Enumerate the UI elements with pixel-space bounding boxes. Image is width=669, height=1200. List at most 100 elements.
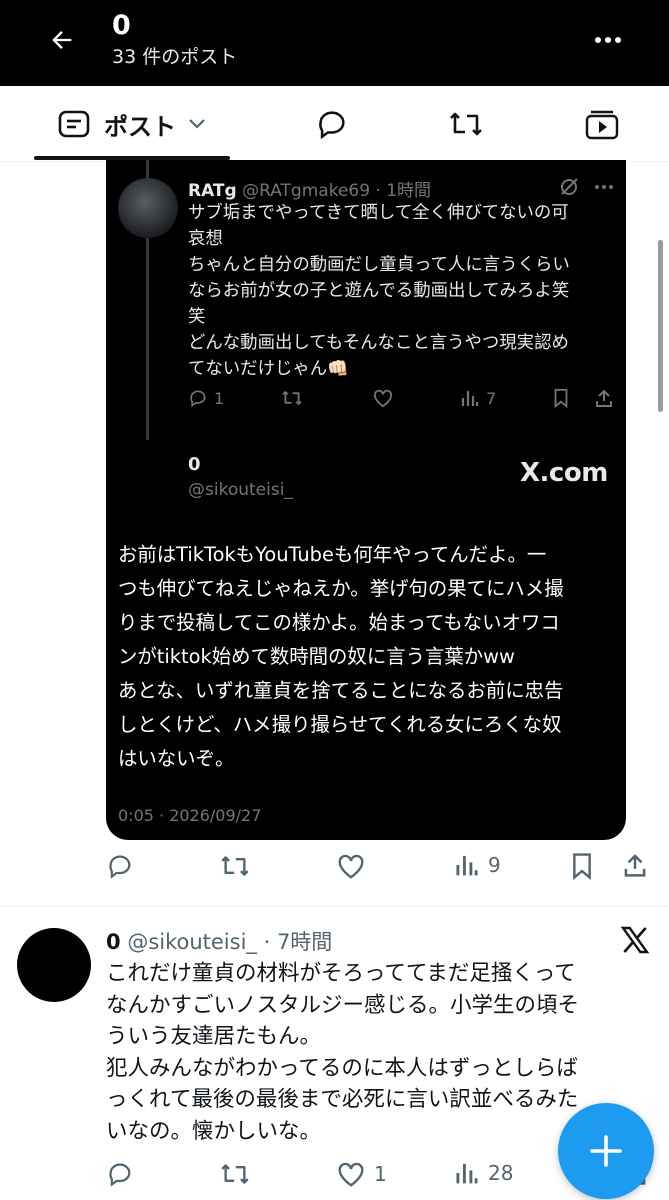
quoted-reply-count: 1 [214,388,225,408]
quoted-like-button[interactable] [372,388,394,408]
share-icon [596,389,612,407]
quoted-views-count: 7 [486,388,497,408]
reply-line: っくれて最後の最後まで必死に言い訳並べるみた [106,1087,579,1112]
reply-line: ういう友達居たもん。 [106,1024,322,1049]
post-list-icon [58,110,90,138]
quoted-bookmark-button[interactable] [552,388,570,408]
caption-line: ンがtiktok始めて数時間の奴に言う言葉かww [118,645,515,668]
like-icon [338,1162,364,1187]
reply-icon [190,390,206,408]
quoted-action-bar: 1 7 [188,388,618,414]
reply-reply-button[interactable] [106,1160,134,1188]
reply-body: これだけ童貞の材料がそろっててまだ足掻くって なんかすごいノスタルジー感じる。小… [106,958,646,1147]
views-icon [456,1163,478,1184]
reply-views-button[interactable]: 28 [454,1160,513,1186]
views-button[interactable]: 9 [454,852,501,878]
scrollbar[interactable] [658,240,663,412]
tab-bar: ポスト [0,86,669,162]
video-caption: お前はTikTokもYouTubeも何年やってんだよ。一 つも伸びてねえじゃねえ… [118,538,620,776]
views-icon [461,391,479,406]
repost-icon [221,1164,249,1184]
quoted-post-body: サブ垢までやってきて晒して全く伸びてないの可 哀想 ちゃんと自分の動画だし童貞っ… [188,200,618,382]
post-divider [0,906,669,907]
back-arrow-icon [52,31,72,49]
post-action-bar: 9 [106,852,646,886]
repost-icon [450,112,482,136]
caption-line: はいないぞ。 [118,747,235,770]
caption-line: りまで投稿してこの様かよ。始まってもないオワコ [118,611,560,634]
reply-line: なんかすごいノスタルジー感じる。小学生の頃そ [106,992,580,1018]
reply-views-count: 28 [488,1161,514,1185]
repost-icon [221,856,249,876]
card-author-name: 0 [188,454,201,475]
reply-icon [109,855,131,879]
quoted-top-icons [558,176,614,198]
views-count: 9 [488,853,501,877]
share-button[interactable] [622,852,648,878]
more-button[interactable] [584,18,632,62]
quoted-line: 笑 [188,307,206,327]
quoted-avatar [118,178,178,238]
repost-icon [282,391,302,405]
reply-author-name[interactable]: 0 [106,930,121,954]
back-button[interactable] [40,18,84,62]
video-timestamp: 0:05 · 2026/09/27 [118,806,262,825]
like-icon [338,854,364,879]
reply-like-count: 1 [374,1162,387,1186]
like-icon [373,389,393,408]
quoted-share-button[interactable] [594,388,614,408]
tab-posts-label: ポスト [104,112,176,141]
card-author-handle: @sikouteisi_ [188,480,293,500]
quoted-repost-button[interactable] [280,388,304,408]
x-logo-button[interactable] [618,924,652,960]
tab-reposts[interactable] [434,86,498,162]
quoted-line: てないだけじゃん👊🏻 [188,359,349,379]
reply-like-button[interactable]: 1 [336,1160,387,1188]
bookmark-button[interactable] [570,852,594,880]
tab-replies[interactable] [300,86,364,162]
quoted-line: ちゃんと自分の動画だし童貞って人に言うくらい [188,255,570,275]
compose-fab[interactable] [558,1103,654,1199]
quoted-line: サブ垢までやってきて晒して全く伸びてないの可 [188,203,569,223]
views-icon [456,855,478,876]
reply-handle-time: @sikouteisi_ · 7時間 [127,930,333,954]
grok-icon [561,178,578,195]
quoted-line: 哀想 [188,229,223,249]
tab-posts[interactable]: ポスト [34,86,230,162]
caption-line: しとくけど、ハメ撮り撮らせてくれる女にろくな奴 [118,713,562,736]
caption-line: つも伸びてねえじゃねえか。挙げ句の果てにハメ撮 [118,577,564,600]
page-title: 0 [112,10,131,41]
more-icon [595,185,613,189]
post-count: 33 件のポスト [112,46,238,68]
quoted-line: ならお前が女の子と遊んでる動画出してみろよ笑 [188,281,570,301]
reply-icon [109,1163,131,1187]
video-icon [585,110,619,140]
quoted-views-button[interactable]: 7 [460,388,496,408]
reply-line: 犯人みんながわかってるのに本人はずっとしらば [106,1055,578,1081]
quoted-post-header: RATg @RATgmake69 · 1時間 [188,176,431,201]
like-button[interactable] [336,852,366,880]
repost-button[interactable] [218,852,252,880]
bookmark-icon [554,388,568,408]
media-card[interactable]: RATg @RATgmake69 · 1時間 サブ垢までやってきて晒して全く伸び… [106,160,626,840]
top-bar: 0 33 件のポスト [0,0,669,86]
plus-icon [590,1135,622,1167]
quoted-handle-time: @RATgmake69 · 1時間 [242,181,432,201]
reply-header: 0 @sikouteisi_ · 7時間 [106,926,332,956]
tab-videos[interactable] [570,86,634,162]
bookmark-icon [573,853,591,880]
caption-line: お前はTikTokもYouTubeも何年やってんだよ。一 [118,543,547,566]
quoted-author-name: RATg [188,181,237,201]
reply-icon [319,111,345,140]
reply-avatar[interactable] [17,928,91,1002]
quoted-line: どんな動画出してもそんなこと言うやつ現実認め [188,333,569,353]
chevron-down-icon [189,119,205,129]
reply-repost-button[interactable] [218,1160,252,1188]
more-icon [595,37,621,43]
quoted-reply-button[interactable]: 1 [188,388,224,408]
reply-button[interactable] [106,852,134,880]
x-com-brand: X.com [520,458,608,488]
share-icon [624,854,646,877]
x-logo-icon [620,926,650,954]
caption-line: あとな、いずれ童貞を捨てることになるお前に忠告 [118,679,564,702]
